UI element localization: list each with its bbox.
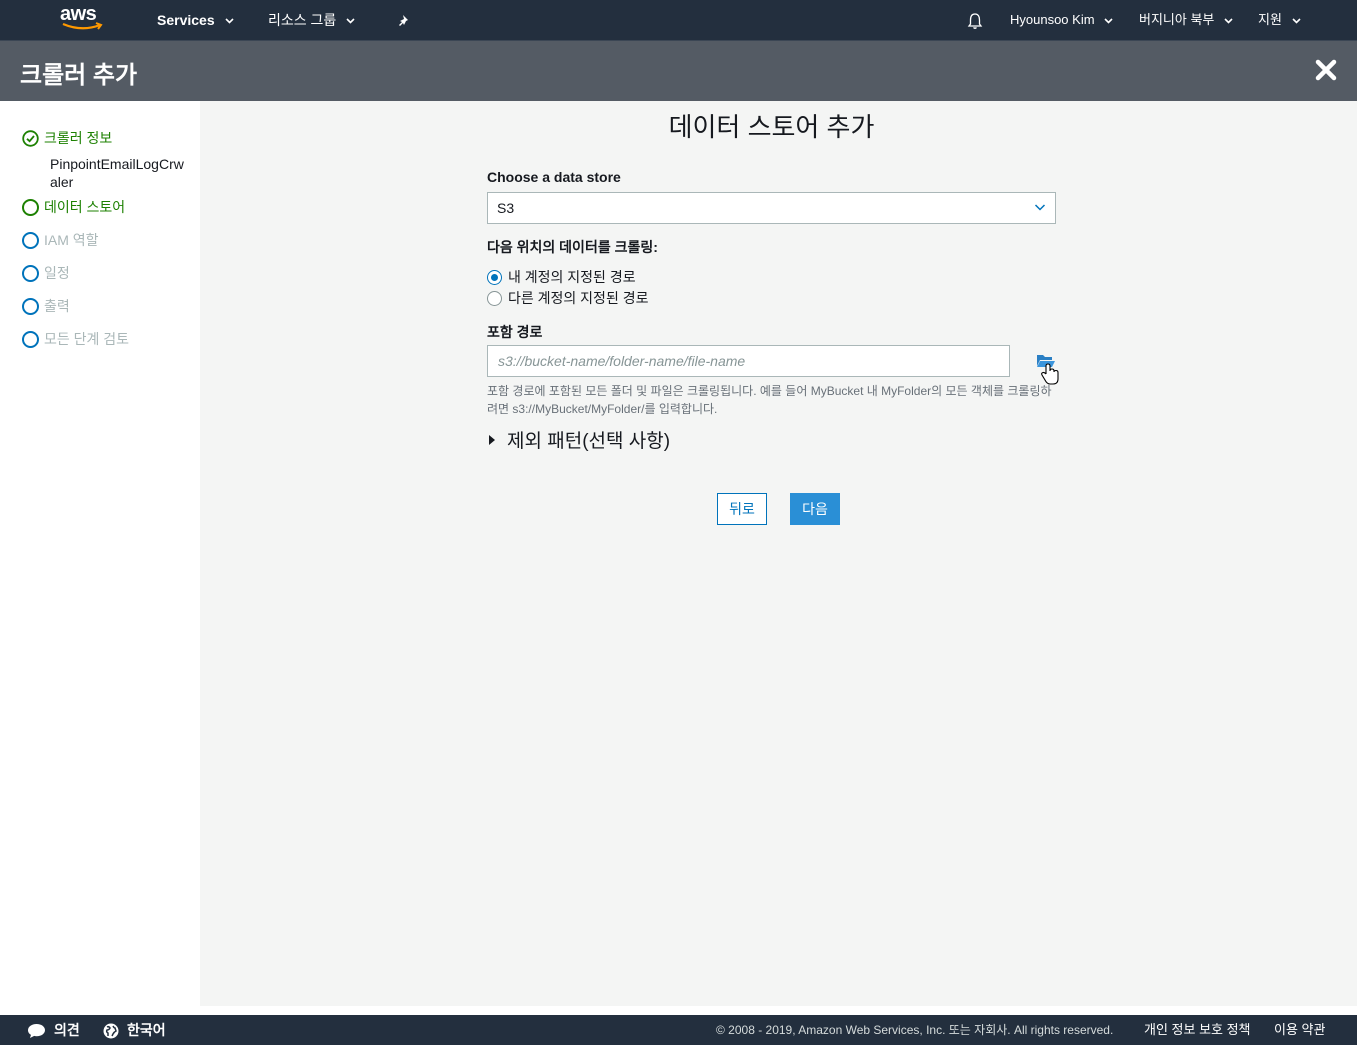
exclude-patterns-toggle[interactable]: 제외 패턴(선택 사항) <box>489 426 670 453</box>
pushpin-button[interactable] <box>398 0 412 40</box>
radio-button[interactable] <box>487 290 502 306</box>
chevron-down-icon <box>1104 17 1113 24</box>
back-button[interactable]: 뒤로 <box>717 493 767 525</box>
include-path-help-text: 포함 경로에 포함된 모든 폴더 및 파일은 크롤링됩니다. 예를 들어 MyB… <box>487 384 1052 416</box>
exclude-patterns-label: 제외 패턴(선택 사항) <box>507 431 671 452</box>
include-path-label: 포함 경로 <box>487 324 543 340</box>
circle-icon <box>22 330 39 348</box>
folder-open-icon <box>1037 355 1059 385</box>
notifications-button[interactable] <box>966 0 984 40</box>
terms-of-use-link[interactable]: 이용 약관 <box>1274 1015 1325 1045</box>
resource-groups-menu[interactable]: 리소스 그룹 <box>268 0 355 40</box>
bell-icon <box>967 12 983 29</box>
language-selector[interactable]: 한국어 <box>103 1015 166 1045</box>
page-title: 크롤러 추가 <box>20 62 138 89</box>
privacy-policy-link[interactable]: 개인 정보 보호 정책 <box>1144 1015 1251 1045</box>
next-button[interactable]: 다음 <box>790 493 840 525</box>
step-output: 출력 <box>22 296 70 316</box>
aws-logo[interactable]: aws <box>60 3 104 34</box>
step-iam-role: IAM 역할 <box>22 230 99 250</box>
chevron-down-icon <box>1224 17 1233 24</box>
data-store-select[interactable]: S3 <box>487 192 1056 224</box>
region-label: 버지니아 북부 <box>1139 12 1215 27</box>
radio-my-account[interactable]: 내 계정의 지정된 경로 <box>487 267 636 287</box>
step-label: 출력 <box>44 298 70 314</box>
data-store-label: Choose a data store <box>487 169 621 185</box>
step-review: 모든 단계 검토 <box>22 329 129 349</box>
feedback-label: 의견 <box>54 1022 80 1038</box>
feedback-link[interactable]: 의견 <box>27 1015 80 1045</box>
copyright-text: © 2008 - 2019, Amazon Web Services, Inc.… <box>716 1023 1114 1037</box>
radio-button-checked[interactable] <box>487 269 502 285</box>
top-navigation-bar: aws Services 리소스 그룹 Hyounsoo Kim 버지니아 북부… <box>0 0 1357 41</box>
check-circle-icon <box>22 130 39 147</box>
language-label: 한국어 <box>127 1022 166 1038</box>
aws-smile-icon <box>62 22 103 30</box>
user-menu[interactable]: Hyounsoo Kim <box>1010 0 1113 40</box>
services-menu[interactable]: Services <box>157 0 234 40</box>
services-label: Services <box>157 12 215 28</box>
region-menu[interactable]: 버지니아 북부 <box>1139 0 1233 40</box>
step-label: 일정 <box>44 265 70 281</box>
step-label: 데이터 스토어 <box>44 199 126 215</box>
chevron-down-icon <box>1291 17 1301 24</box>
radio-label: 내 계정의 지정된 경로 <box>508 269 636 285</box>
crawler-name: PinpointEmailLogCrwaler <box>50 156 184 190</box>
support-label: 지원 <box>1258 12 1282 27</box>
browse-folder-button[interactable] <box>1035 352 1063 386</box>
include-path-input[interactable] <box>487 345 1010 377</box>
wizard-steps-sidebar: 크롤러 정보 PinpointEmailLogCrwaler 데이터 스토어 I… <box>0 101 200 1015</box>
wizard-header: 크롤러 추가 <box>0 41 1357 101</box>
crawl-location-label: 다음 위치의 데이터를 크롤링: <box>487 239 658 255</box>
step-label: IAM 역할 <box>44 232 99 248</box>
step-crawler-info[interactable]: 크롤러 정보 <box>22 128 112 148</box>
data-store-value: S3 <box>497 200 515 216</box>
resource-groups-label: 리소스 그룹 <box>268 12 337 28</box>
close-icon[interactable] <box>1313 57 1339 83</box>
step-label: 크롤러 정보 <box>44 130 113 146</box>
step-schedule: 일정 <box>22 263 70 283</box>
speech-bubble-icon <box>28 1024 45 1039</box>
user-name: Hyounsoo Kim <box>1010 12 1095 27</box>
step-label: 모든 단계 검토 <box>44 331 130 347</box>
caret-right-icon <box>489 434 495 445</box>
step-data-store[interactable]: 데이터 스토어 <box>22 197 125 217</box>
circle-icon <box>22 264 39 282</box>
section-title: 데이터 스토어 추가 <box>668 112 875 142</box>
chevron-down-icon <box>346 18 355 24</box>
radio-label: 다른 계정의 지정된 경로 <box>508 290 649 306</box>
chevron-down-icon <box>1034 204 1046 211</box>
circle-icon <box>22 231 39 249</box>
globe-icon <box>103 1023 119 1039</box>
main-content: 데이터 스토어 추가 Choose a data store S3 다음 위치의… <box>200 101 1357 1006</box>
chevron-down-icon <box>224 18 234 24</box>
circle-icon <box>22 297 39 315</box>
pushpin-icon <box>399 14 408 26</box>
circle-icon <box>22 198 39 216</box>
radio-other-account[interactable]: 다른 계정의 지정된 경로 <box>487 288 648 308</box>
support-menu[interactable]: 지원 <box>1258 0 1301 40</box>
footer: 의견 한국어 © 2008 - 2019, Amazon Web Service… <box>0 1015 1357 1045</box>
